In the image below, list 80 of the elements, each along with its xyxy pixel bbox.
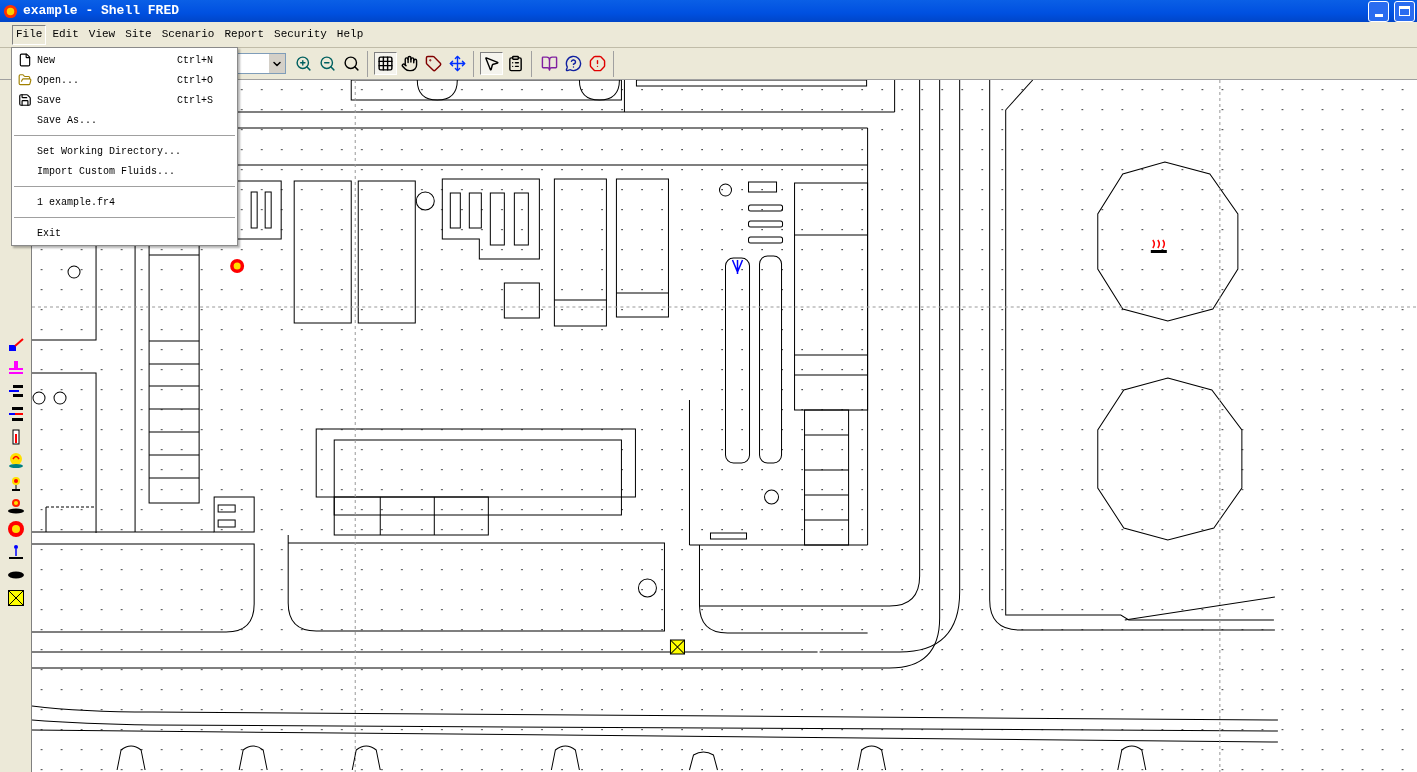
building-outline — [748, 236, 784, 244]
tag-icon — [425, 55, 442, 72]
flame-person-icon[interactable] — [6, 451, 25, 469]
alert-icon — [589, 55, 606, 72]
grid-icon — [377, 55, 394, 72]
round-tank-outline — [32, 391, 46, 405]
folder-icon — [17, 73, 32, 87]
target-marker-icon[interactable] — [230, 259, 245, 273]
toolbar-button[interactable] — [480, 52, 503, 75]
toolbar-button[interactable] — [374, 52, 397, 75]
building-outline — [748, 220, 784, 228]
arrow-marker-icon[interactable] — [731, 259, 744, 275]
maximize-icon — [1399, 6, 1410, 16]
menu-item-label: 1 example.fr4 — [37, 195, 116, 210]
minimize-button[interactable] — [1368, 0, 1389, 22]
move-arrows-icon — [449, 55, 466, 72]
zoom-icon — [343, 55, 360, 72]
valve-icon[interactable] — [6, 336, 25, 354]
hand-icon — [401, 55, 418, 72]
building-outline — [468, 192, 482, 229]
round-tank-outline — [719, 183, 732, 197]
flow-through-icon[interactable] — [6, 405, 25, 423]
round-tank-outline — [415, 191, 435, 211]
inflow-icon[interactable] — [6, 382, 25, 400]
menu-item[interactable]: Security — [270, 24, 331, 45]
menu-item[interactable]: Open... Ctrl+O — [12, 70, 237, 90]
zoom-out-icon — [319, 55, 336, 72]
shortcut-label: Ctrl+N — [177, 53, 213, 68]
heat-source-icon[interactable] — [1150, 239, 1167, 253]
zoom-in-icon — [295, 55, 312, 72]
target-icon[interactable] — [6, 520, 25, 538]
minimize-icon — [1374, 13, 1383, 17]
maximize-button[interactable] — [1394, 0, 1415, 22]
crossed-box-marker-icon[interactable] — [669, 639, 685, 655]
pool-fire-icon[interactable] — [6, 497, 25, 515]
menu-item[interactable]: New Ctrl+N — [12, 50, 237, 70]
help-icon — [565, 55, 582, 72]
round-tank-outline — [764, 489, 780, 505]
menu-item-label: New — [37, 53, 56, 68]
building-outline — [748, 204, 784, 212]
pointer-icon — [483, 55, 500, 72]
building-outline — [748, 181, 778, 193]
building-outline — [503, 282, 540, 319]
menu-item-label: Open... — [37, 73, 80, 88]
menu-item[interactable]: Report — [220, 24, 269, 45]
round-tank-outline — [67, 265, 81, 279]
menu-item[interactable]: Exit — [12, 223, 237, 243]
crossed-box-icon[interactable] — [6, 589, 25, 607]
shortcut-label: Ctrl+S — [177, 93, 213, 108]
menu-item[interactable]: Import Custom Fluids... — [12, 161, 237, 181]
building-outline — [489, 192, 505, 246]
building-outline — [513, 192, 529, 246]
menu-item[interactable]: Set Working Directory... — [12, 141, 237, 161]
round-tank-outline — [637, 578, 657, 598]
menu-item[interactable]: File — [12, 24, 47, 45]
window-title: example - Shell FRED — [23, 2, 180, 21]
menu-item[interactable]: View — [84, 24, 120, 45]
menu-item[interactable]: Save Ctrl+S — [12, 90, 237, 110]
menu-item-label: Exit — [37, 226, 62, 241]
properties-icon — [507, 55, 524, 72]
zoom-level-combo[interactable] — [238, 53, 286, 74]
pipe-icon[interactable] — [6, 359, 25, 377]
menu-item-label: Import Custom Fluids... — [37, 164, 177, 179]
menu-item-label: Set Working Directory... — [37, 144, 183, 159]
app-logo-icon — [3, 3, 18, 19]
release-point-icon[interactable] — [6, 543, 25, 561]
document-icon — [17, 53, 32, 67]
menu-item-label: Save — [37, 93, 62, 108]
menu-item[interactable]: 1 example.fr4 — [12, 192, 237, 212]
building-outline — [710, 532, 747, 540]
building-outline — [449, 192, 461, 229]
round-tank-outline — [53, 391, 67, 405]
menu-item-label: Save As... — [37, 113, 98, 128]
menu-item[interactable]: Save As... — [12, 110, 237, 130]
book-icon — [541, 55, 558, 72]
menu-item[interactable]: Edit — [48, 24, 83, 45]
menu-item[interactable]: Scenario — [157, 24, 219, 45]
menu-item[interactable]: Help — [332, 24, 368, 45]
menu-item[interactable]: Site — [121, 24, 156, 45]
shortcut-label: Ctrl+O — [177, 73, 213, 88]
